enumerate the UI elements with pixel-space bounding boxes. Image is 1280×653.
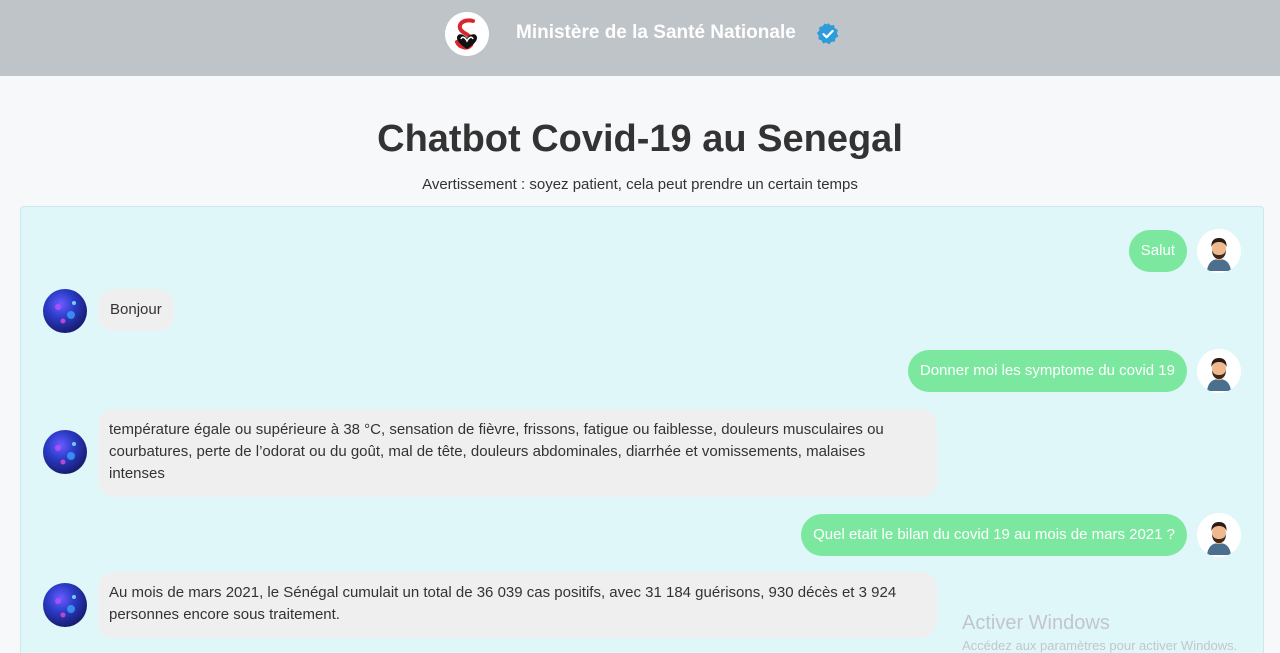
windows-activation-subtitle: Accédez aux paramètres pour activer Wind… [962, 638, 1238, 653]
user-message-bubble: Quel etait le bilan du covid 19 au mois … [801, 514, 1187, 556]
user-message-bubble: Salut [1128, 230, 1187, 272]
user-message-bubble: Donner moi les symptome du covid 19 [907, 350, 1187, 392]
bot-message-bubble: température égale ou supérieure à 38 °C,… [98, 409, 937, 497]
user-avatar [1197, 229, 1241, 273]
page-title: Chatbot Covid-19 au Senegal [377, 118, 903, 160]
ministry-name[interactable]: Ministère de la Santé Nationale [516, 22, 796, 44]
verified-badge-icon [816, 22, 840, 46]
header-bar: Ministère de la Santé Nationale [0, 0, 1280, 76]
ministry-logo-icon[interactable] [445, 12, 489, 56]
bot-avatar [43, 430, 87, 474]
user-avatar [1197, 513, 1241, 557]
bot-avatar [43, 289, 87, 333]
user-avatar [1197, 349, 1241, 393]
chat-window[interactable]: Salut Bonjour Donner moi les symptome du… [20, 206, 1264, 653]
bot-message-bubble: Au mois de mars 2021, le Sénégal cumulai… [98, 572, 937, 638]
windows-activation-title: Activer Windows [962, 612, 1110, 634]
bot-avatar [43, 583, 87, 627]
page-subtitle: Avertissement : soyez patient, cela peut… [422, 176, 858, 193]
bot-message-bubble: Bonjour [98, 289, 174, 331]
